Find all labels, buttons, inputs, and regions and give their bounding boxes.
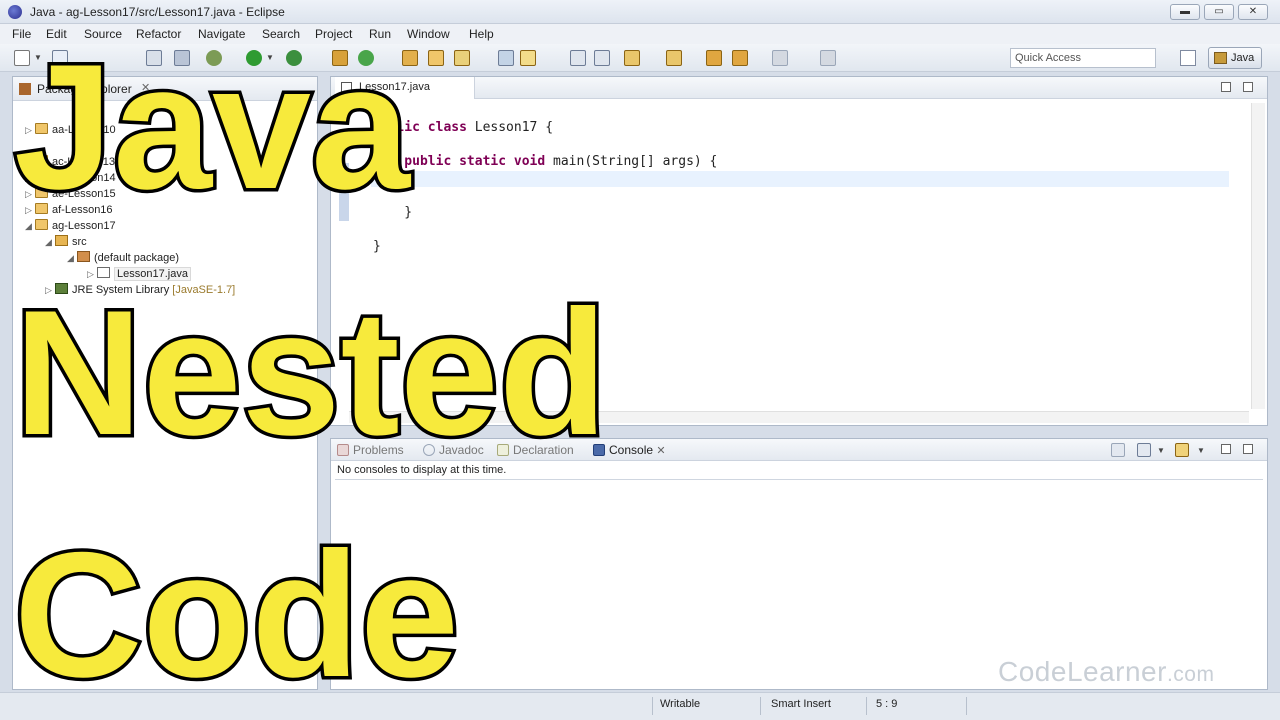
divider <box>335 479 1263 480</box>
vertical-scrollbar[interactable] <box>1251 103 1265 409</box>
open-console-icon[interactable] <box>1175 443 1189 457</box>
tree-item-package[interactable]: ◢ (default package) <box>67 251 179 264</box>
current-line-highlight <box>371 171 1229 187</box>
divider <box>866 697 867 715</box>
window-title: Java - ag-Lesson17/src/Lesson17.java - E… <box>30 5 285 19</box>
status-cursor-position: 5 : 9 <box>876 698 898 710</box>
show-whitespace-icon[interactable] <box>594 50 610 66</box>
code-text: main(String[] args) { <box>553 154 718 169</box>
source-folder-icon <box>55 235 68 246</box>
window-title-bar: Java - ag-Lesson17/src/Lesson17.java - E… <box>0 0 1280 24</box>
open-task-icon[interactable] <box>428 50 444 66</box>
eclipse-icon <box>8 5 22 19</box>
divider <box>966 697 967 715</box>
chevron-down-icon[interactable]: ▼ <box>1197 447 1205 455</box>
java-perspective-button[interactable]: Java <box>1208 47 1262 69</box>
block-selection-icon[interactable] <box>570 50 586 66</box>
previous-annotation-icon[interactable] <box>666 50 682 66</box>
maximize-icon[interactable] <box>1243 444 1253 454</box>
watermark-main: CodeLearner <box>998 656 1167 687</box>
status-insert-mode: Smart Insert <box>771 698 831 710</box>
overlay-title-line-2: Nested <box>11 273 612 472</box>
collapse-icon[interactable]: ◢ <box>45 237 55 248</box>
tree-item-label: src <box>72 236 87 248</box>
chevron-down-icon[interactable]: ▼ <box>1157 447 1165 455</box>
tree-item-label: (default package) <box>94 252 179 264</box>
pin-console-icon[interactable] <box>1111 443 1125 457</box>
minimize-icon[interactable] <box>1221 82 1231 92</box>
divider <box>652 697 653 715</box>
overlay-title-line-1: Java <box>11 27 414 226</box>
code-line[interactable]: } <box>373 239 381 254</box>
pin-editor-icon[interactable] <box>820 50 836 66</box>
minimize-icon[interactable] <box>1221 444 1231 454</box>
search-icon[interactable] <box>454 50 470 66</box>
tree-item-src[interactable]: ◢ src <box>45 235 87 248</box>
back-icon[interactable] <box>732 50 748 66</box>
quick-access-input[interactable]: Quick Access <box>1010 48 1156 68</box>
divider <box>760 697 761 715</box>
tab-label: Console <box>609 443 654 457</box>
menu-window[interactable]: Window <box>407 27 450 41</box>
code-text: Lesson17 { <box>474 120 554 135</box>
maximize-button[interactable]: ▭ <box>1204 4 1234 20</box>
maximize-icon[interactable] <box>1243 82 1253 92</box>
codelearner-watermark: CodeLearner.com <box>998 656 1214 688</box>
java-perspective-label: Java <box>1231 52 1255 64</box>
java-perspective-icon <box>1214 52 1227 64</box>
display-console-icon[interactable] <box>1137 443 1151 457</box>
editor-tab-bar: Lesson17.java <box>331 77 1267 99</box>
code-text: } <box>373 239 381 254</box>
watermark-suffix: .com <box>1166 663 1215 686</box>
close-icon[interactable]: ✕ <box>656 445 665 457</box>
toggle-highlight-icon[interactable] <box>520 50 536 66</box>
last-edit-location-icon[interactable] <box>706 50 722 66</box>
collapse-icon[interactable]: ◢ <box>67 253 77 264</box>
menu-help[interactable]: Help <box>469 27 494 41</box>
code-line[interactable]: public static void main(String[] args) { <box>373 154 717 169</box>
mark-occurrences-icon[interactable] <box>498 50 514 66</box>
overlay-title-line-3: Code <box>11 515 463 714</box>
status-writable: Writable <box>660 698 701 710</box>
minimize-button[interactable]: ▬ <box>1170 4 1200 20</box>
package-icon <box>77 251 90 262</box>
forward-icon[interactable] <box>772 50 788 66</box>
console-panel: Problems Javadoc Declaration Console ✕ ▼… <box>330 438 1268 690</box>
next-annotation-icon[interactable] <box>624 50 640 66</box>
close-window-button[interactable]: ✕ <box>1238 4 1268 20</box>
open-perspective-icon[interactable] <box>1180 50 1196 66</box>
